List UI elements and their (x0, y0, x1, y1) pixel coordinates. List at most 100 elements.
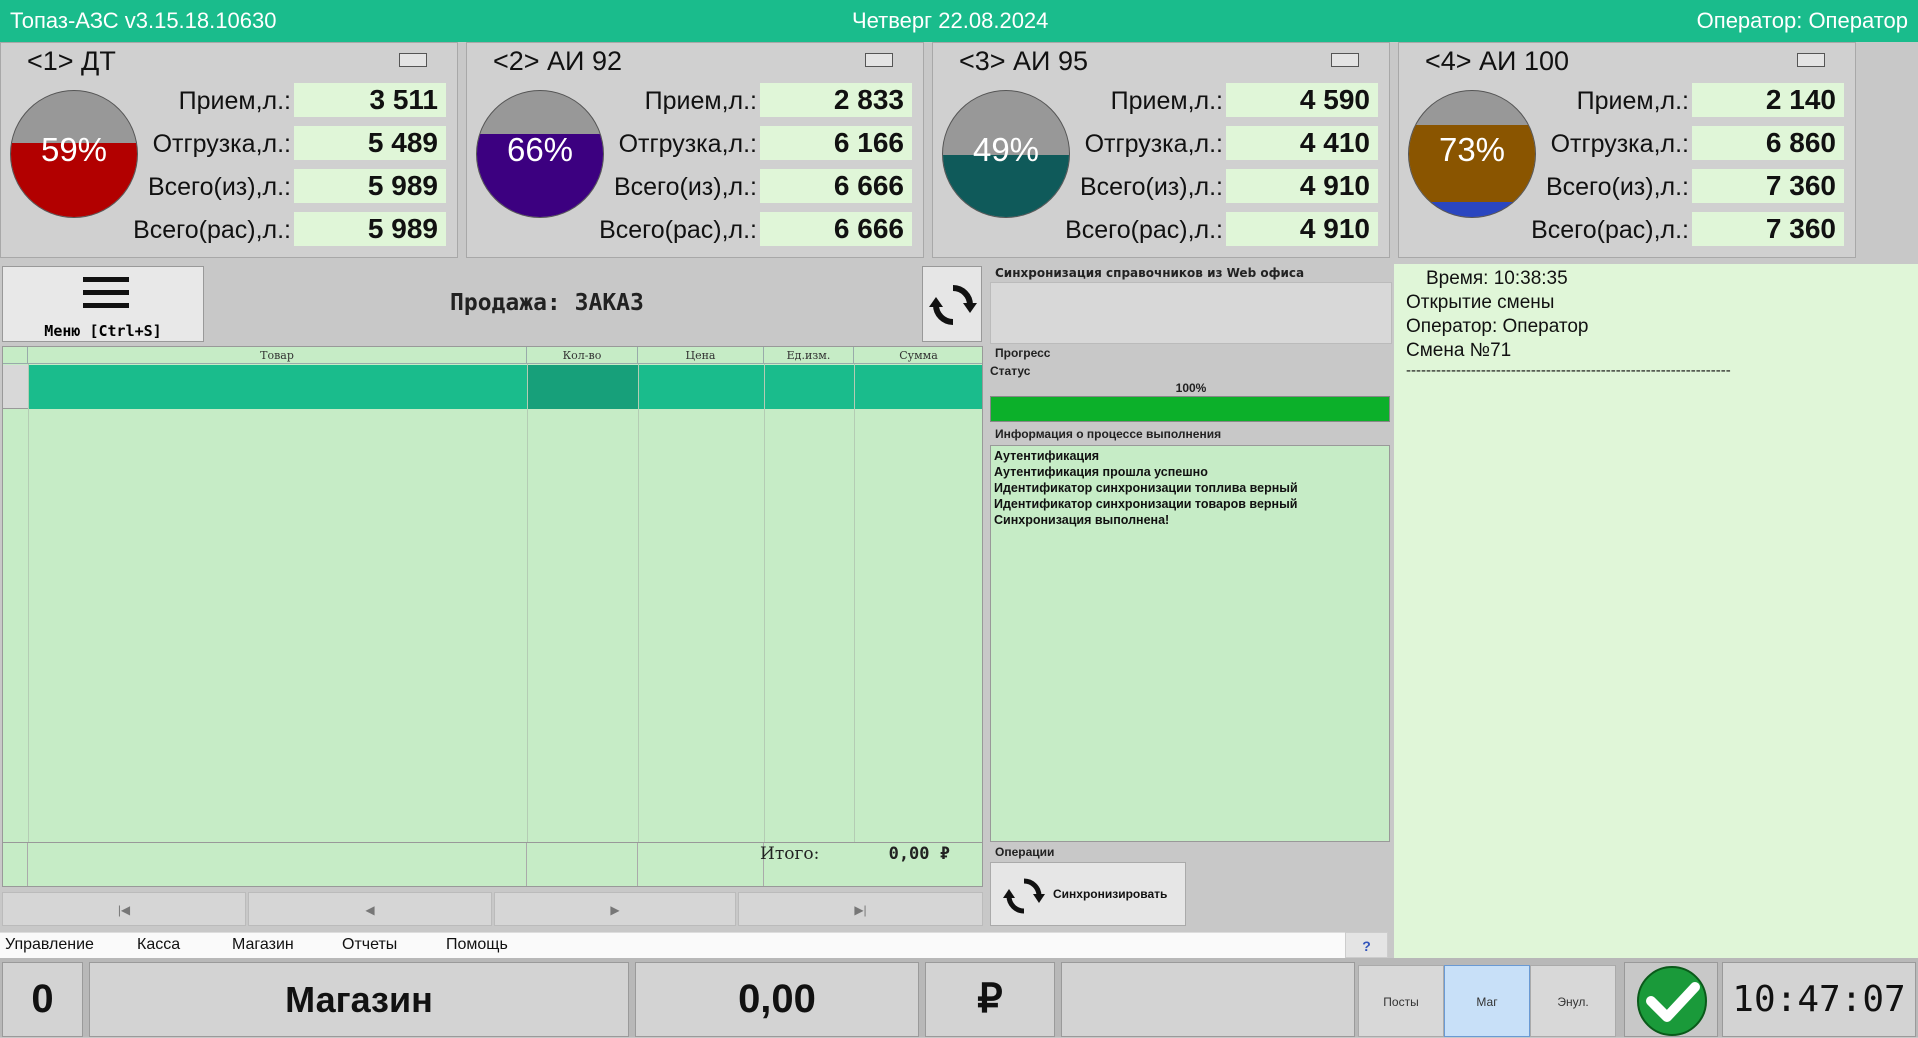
progress-percent: 100% (1175, 381, 1207, 395)
column-header-price[interactable]: Цена (638, 347, 764, 364)
amount-display: 0,00 (635, 962, 919, 1037)
menu-item-shop[interactable]: Магазин (232, 936, 294, 954)
tank-row-value: 5 989 (294, 169, 446, 203)
tank-row: Прием,л.: 2 140 (1539, 83, 1849, 119)
tank-row-label: Отгрузка,л.: (152, 130, 291, 158)
column-header-unit[interactable]: Ед.изм. (764, 347, 854, 364)
tank-row: Отгрузка,л.: 5 489 (141, 126, 451, 162)
refresh-button[interactable] (922, 266, 982, 342)
column-header-product[interactable]: Товар (28, 347, 527, 364)
nav-next-button[interactable]: ▶ (494, 892, 736, 926)
tank-row-value: 6 666 (760, 212, 912, 246)
tank-row-value: 4 910 (1226, 169, 1378, 203)
nav-last-button[interactable]: ▶| (738, 892, 983, 926)
nav-first-button[interactable]: |◀ (2, 892, 246, 926)
tank-level-percent: 59% (40, 131, 108, 168)
tank-row-value: 6 860 (1692, 126, 1844, 160)
status-label: Статус (990, 364, 1031, 378)
tank-indicator[interactable] (865, 53, 893, 67)
log-operator: Оператор: Оператор (1406, 316, 1589, 337)
tank-row-label: Всего(рас),л.: (133, 216, 291, 244)
check-icon (1637, 966, 1707, 1036)
row-indicator[interactable] (3, 365, 28, 409)
tank-row: Всего(из),л.: 5 989 (141, 169, 451, 205)
progress-label: Прогресс (995, 346, 1051, 360)
tank-row: Всего(рас),л.: 5 989 (133, 212, 451, 248)
tank-name: <4> АИ 100 (1425, 46, 1570, 76)
tank-panel-3: <3> АИ 95 49% Прием,л.: 4 590 Отгрузка,л.: 4 … (932, 42, 1390, 258)
tank-row: Отгрузка,л.: 6 166 (607, 126, 917, 162)
tank-row: Всего(рас),л.: 4 910 (1065, 212, 1383, 248)
sync-button[interactable]: Синхронизировать (990, 862, 1186, 926)
tank-row-value: 4 590 (1226, 83, 1378, 117)
tank-row-label: Всего(из),л.: (147, 173, 291, 201)
menu-item-management[interactable]: Управление (5, 936, 94, 954)
tank-indicator[interactable] (1797, 53, 1825, 67)
item-count: 0 (2, 962, 83, 1037)
tank-row-label: Всего(рас),л.: (1531, 216, 1689, 244)
segment-posts[interactable]: Посты (1358, 965, 1444, 1037)
column-header-sum[interactable]: Сумма (854, 347, 982, 364)
tank-row: Прием,л.: 3 511 (141, 83, 451, 119)
tank-row-value: 4 410 (1226, 126, 1378, 160)
tank-row: Всего(рас),л.: 7 360 (1531, 212, 1849, 248)
log-event: Открытие смены (1406, 292, 1555, 313)
segment-emulation[interactable]: Энул. (1530, 965, 1616, 1037)
column-header-quantity[interactable]: Кол-во (527, 347, 638, 364)
tank-level-percent: 73% (1438, 131, 1506, 168)
clock: 10:47:07 (1722, 962, 1916, 1037)
tank-row-label: Отгрузка,л.: (1550, 130, 1689, 158)
table-footer (2, 842, 983, 887)
tank-gauge: 49% (942, 90, 1070, 218)
tank-row-label: Отгрузка,л.: (618, 130, 757, 158)
tank-panel-2: <2> АИ 92 66% Прием,л.: 2 833 Отгрузка,л.: 6 … (466, 42, 924, 258)
nav-prev-button[interactable]: ◀ (248, 892, 492, 926)
tank-row-label: Прием,л.: (1576, 87, 1689, 115)
sync-icon (1003, 878, 1045, 914)
tank-gauge: 66% (476, 90, 604, 218)
log-line: Идентификатор синхронизации товаров верн… (994, 497, 1298, 511)
menu-item-cash[interactable]: Касса (137, 936, 180, 954)
tank-level-percent: 66% (506, 131, 574, 168)
tank-row-label: Всего(из),л.: (613, 173, 757, 201)
tank-row: Прием,л.: 4 590 (1073, 83, 1383, 119)
total-label: Итого: (760, 844, 820, 864)
operator-name: Оператор: Оператор (1696, 8, 1908, 33)
segment-shop[interactable]: Маг (1444, 965, 1530, 1037)
help-button[interactable]: ? (1345, 932, 1388, 958)
menu-button[interactable]: Меню [Ctrl+S] (2, 266, 204, 342)
tank-gauge: 73% (1408, 90, 1536, 218)
table-row[interactable] (28, 365, 982, 409)
tank-row: Всего(из),л.: 7 360 (1539, 169, 1849, 205)
tank-row: Всего(рас),л.: 6 666 (599, 212, 917, 248)
row-indicator-header (3, 347, 28, 364)
table-cell-quantity[interactable] (527, 365, 638, 409)
tank-name: <3> АИ 95 (959, 46, 1089, 76)
tank-row-value: 2 833 (760, 83, 912, 117)
tank-name: <1> ДТ (27, 46, 116, 76)
tank-row-value: 5 989 (294, 212, 446, 246)
tank-row: Всего(из),л.: 6 666 (607, 169, 917, 205)
shift-log: Время: 10:38:35 Открытие смены Оператор:… (1394, 264, 1918, 958)
tank-row-label: Всего(из),л.: (1079, 173, 1223, 201)
tank-row-label: Всего(рас),л.: (599, 216, 757, 244)
tank-indicator[interactable] (399, 53, 427, 67)
menu-item-help[interactable]: Помощь (446, 936, 508, 954)
sync-box (990, 282, 1392, 344)
tank-row-label: Прием,л.: (644, 87, 757, 115)
info-label: Информация о процессе выполнения (995, 427, 1222, 441)
tank-row: Отгрузка,л.: 4 410 (1073, 126, 1383, 162)
tank-row-label: Прием,л.: (1110, 87, 1223, 115)
sync-header: Синхронизация справочников из Web офиса (995, 266, 1305, 280)
menu-item-reports[interactable]: Отчеты (342, 936, 397, 954)
tank-row-value: 6 666 (760, 169, 912, 203)
tank-row-value: 6 166 (760, 126, 912, 160)
order-table[interactable]: Товар Кол-во Цена Ед.изм. Сумма (2, 346, 983, 887)
tank-row-label: Отгрузка,л.: (1084, 130, 1223, 158)
ok-button[interactable] (1624, 962, 1718, 1037)
sync-log: Аутентификация Аутентификация прошла успе… (990, 445, 1390, 842)
tank-gauge: 59% (10, 90, 138, 218)
tank-indicator[interactable] (1331, 53, 1359, 67)
menu-bar: Управление Касса Магазин Отчеты Помощь (0, 932, 1345, 958)
tank-row: Всего(из),л.: 4 910 (1073, 169, 1383, 205)
